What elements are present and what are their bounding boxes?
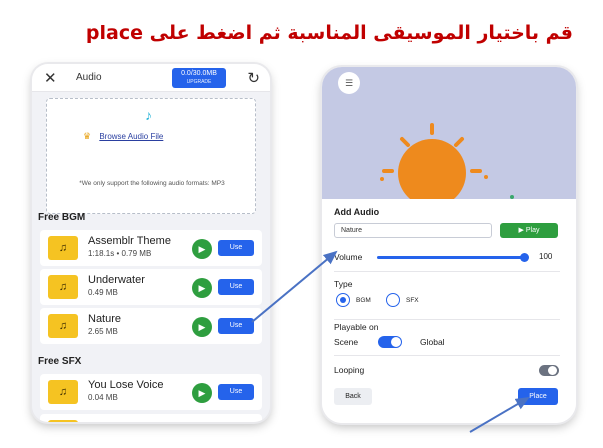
track-name: Underwater [88, 274, 145, 286]
track-item-nature: ♫ Nature 2.65 MB ▶ Use [40, 308, 262, 344]
track-item-partial [40, 414, 262, 422]
add-audio-heading: Add Audio [334, 207, 380, 217]
audio-panel-header: ✕ Audio 0.0/30.0MB UPGRADE ↻ [32, 64, 270, 92]
scene-illustration [380, 123, 514, 207]
type-sfx-radio[interactable] [386, 293, 400, 307]
sun-illustration [380, 123, 488, 207]
volume-slider[interactable] [377, 256, 525, 259]
type-sfx-label: SFX [406, 297, 419, 304]
upgrade-label: UPGRADE [186, 79, 212, 85]
music-thumb-icon: ♫ [48, 275, 78, 299]
free-bgm-heading: Free BGM [38, 212, 86, 223]
storage-upgrade-button[interactable]: 0.0/30.0MB UPGRADE [172, 68, 226, 88]
track-meta: 2.65 MB [88, 327, 118, 336]
global-label: Global [420, 337, 445, 347]
upload-dropzone[interactable]: ♪ ♛ Browse Audio File *We only support t… [46, 98, 256, 214]
divider [334, 355, 560, 356]
play-icon[interactable]: ▶ [192, 383, 212, 403]
audio-name-field[interactable]: Nature [334, 223, 492, 238]
track-meta: 1:18.1s • 0.79 MB [88, 249, 152, 258]
track-name: Nature [88, 313, 122, 325]
panel-title: Audio [76, 72, 102, 83]
play-icon[interactable]: ▶ [192, 278, 212, 298]
browse-audio-link[interactable]: ♛ Browse Audio File [83, 131, 223, 142]
divider [334, 319, 560, 320]
close-icon[interactable]: ✕ [44, 69, 57, 87]
use-button[interactable]: Use [218, 279, 254, 295]
play-button[interactable]: ▶ Play [500, 223, 558, 238]
storage-value: 0.0/30.0MB [181, 70, 217, 77]
track-item-assemblr-theme: ♫ Assemblr Theme 1:18.1s • 0.79 MB ▶ Use [40, 230, 262, 266]
track-item-you-lose-voice: ♫ You Lose Voice 0.04 MB ▶ Use [40, 374, 262, 410]
volume-value: 100 [539, 252, 553, 261]
add-audio-panel: ☰ Add Audio Nature ▶ Play Volume 100 Typ… [322, 67, 576, 423]
type-bgm-radio[interactable] [336, 293, 350, 307]
audio-library-panel: ✕ Audio 0.0/30.0MB UPGRADE ↻ ♪ ♛ Browse … [32, 64, 270, 422]
music-note-icon: ♪ [145, 107, 152, 123]
volume-label: Volume [334, 252, 363, 262]
back-button[interactable]: Back [334, 388, 372, 405]
use-button[interactable]: Use [218, 318, 254, 334]
toggle-knob [548, 366, 557, 375]
browse-audio-label: Browse Audio File [99, 132, 164, 141]
type-bgm-label: BGM [356, 297, 371, 304]
track-item-underwater: ♫ Underwater 0.49 MB ▶ Use [40, 269, 262, 305]
looping-label: Looping [334, 365, 365, 375]
menu-icon[interactable]: ☰ [338, 72, 360, 94]
refresh-icon[interactable]: ↻ [247, 69, 260, 87]
track-name: You Lose Voice [88, 379, 164, 391]
track-meta: 0.49 MB [88, 288, 118, 297]
place-button[interactable]: Place [518, 388, 558, 405]
music-thumb-icon: ♫ [48, 314, 78, 338]
looping-toggle[interactable] [539, 365, 559, 376]
scene-preview: ☰ [322, 67, 576, 207]
scene-label: Scene [334, 337, 359, 347]
instruction-heading: قم باختيار الموسيقى المناسبة ثم اضغط على… [85, 22, 573, 44]
use-button[interactable]: Use [218, 240, 254, 256]
track-name: Assemblr Theme [88, 235, 171, 247]
use-button[interactable]: Use [218, 384, 254, 400]
scene-global-toggle[interactable] [378, 336, 402, 348]
track-meta: 0.04 MB [88, 393, 118, 402]
music-thumb-icon: ♫ [48, 236, 78, 260]
free-sfx-heading: Free SFX [38, 356, 82, 367]
music-thumb-icon: ♫ [48, 380, 78, 404]
playable-on-label: Playable on [334, 322, 379, 332]
play-icon[interactable]: ▶ [192, 239, 212, 259]
divider [334, 271, 560, 272]
volume-slider-handle[interactable] [520, 253, 529, 262]
play-icon[interactable]: ▶ [192, 317, 212, 337]
add-audio-form: Add Audio Nature ▶ Play Volume 100 Type … [322, 199, 576, 423]
type-label: Type [334, 279, 353, 289]
crown-icon: ♛ [83, 131, 92, 141]
music-thumb-icon [48, 420, 78, 422]
supported-formats-note: *We only support the following audio for… [79, 180, 225, 187]
toggle-knob [391, 337, 401, 347]
